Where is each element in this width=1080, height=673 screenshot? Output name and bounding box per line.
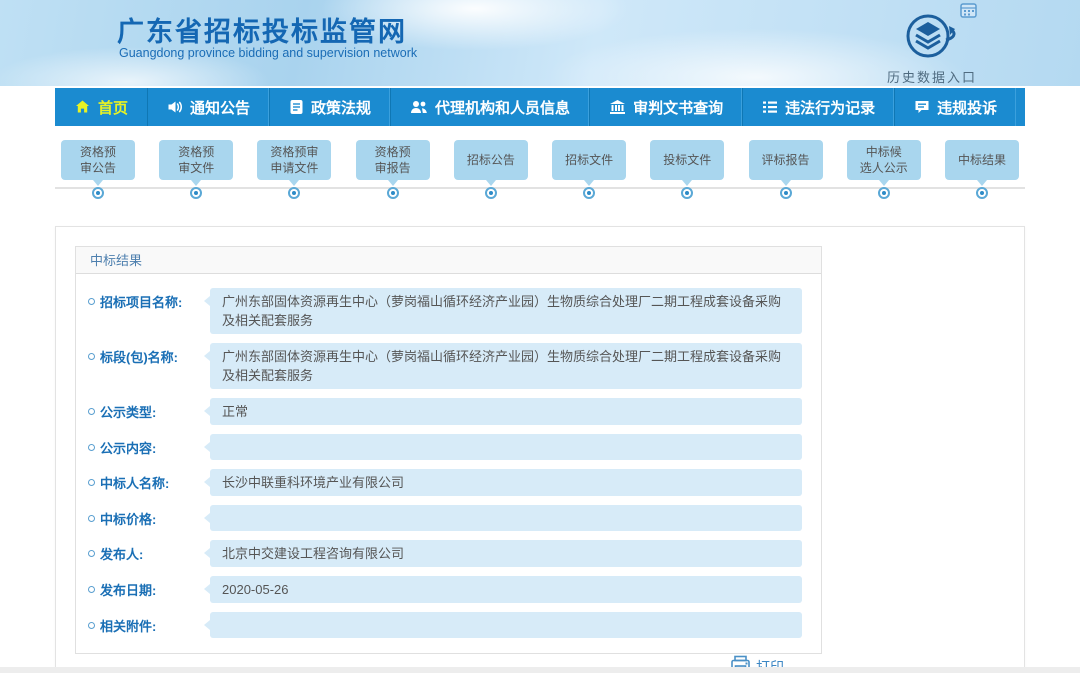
- nav-item-violations[interactable]: 违法行为记录: [742, 88, 894, 126]
- field-value: 正常: [210, 398, 802, 425]
- step-prequal-document[interactable]: 资格预 审文件: [153, 140, 239, 199]
- page-bottom-strip: [0, 667, 1080, 673]
- field-value: [210, 612, 802, 638]
- field-value: 北京中交建设工程咨询有限公司: [210, 540, 802, 567]
- bullet-icon: [88, 550, 95, 557]
- bullet-icon: [88, 479, 95, 486]
- field-row-project-name: 招标项目名称: 广州东部固体资源再生中心（萝岗福山循环经济产业园）生物质综合处理…: [88, 288, 802, 334]
- bullet-icon: [88, 515, 95, 522]
- step-candidate-publicity[interactable]: 中标候 选人公示: [841, 140, 927, 199]
- step-dot: [583, 187, 595, 199]
- step-award-result[interactable]: 中标结果: [939, 140, 1025, 199]
- nav-item-agencies[interactable]: 代理机构和人员信息: [390, 88, 589, 126]
- step-prequal-application[interactable]: 资格预审 申请文件: [251, 140, 337, 199]
- site-subtitle: Guangdong province bidding and supervisi…: [119, 46, 417, 60]
- field-row-winner-name: 中标人名称: 长沙中联重科环境产业有限公司: [88, 469, 802, 496]
- field-row-section-name: 标段(包)名称: 广州东部固体资源再生中心（萝岗福山循环经济产业园）生物质综合处…: [88, 343, 802, 389]
- bullet-icon: [88, 622, 95, 629]
- history-data-logo-icon: [902, 47, 962, 64]
- step-dot: [190, 187, 202, 199]
- field-value: [210, 434, 802, 460]
- home-icon: [74, 99, 91, 115]
- step-tender-announcement[interactable]: 招标公告: [448, 140, 534, 199]
- field-value: [210, 505, 802, 531]
- panel-title: 中标结果: [76, 247, 821, 274]
- field-row-attachments: 相关附件:: [88, 612, 802, 638]
- field-row-publish-date: 发布日期: 2020-05-26: [88, 576, 802, 603]
- bullet-icon: [88, 353, 95, 360]
- step-prequal-announcement[interactable]: 资格预 审公告: [55, 140, 141, 199]
- site-header: 广东省招标投标监管网 Guangdong province bidding an…: [0, 0, 1080, 86]
- field-row-publisher: 发布人: 北京中交建设工程咨询有限公司: [88, 540, 802, 567]
- list-icon: [762, 99, 778, 115]
- field-value: 长沙中联重科环境产业有限公司: [210, 469, 802, 496]
- nav-item-notices[interactable]: 通知公告: [147, 88, 269, 126]
- history-data-entry[interactable]: 历史数据入口: [877, 12, 987, 86]
- step-dot: [878, 187, 890, 199]
- history-data-label: 历史数据入口: [877, 67, 987, 86]
- bullet-icon: [88, 298, 95, 305]
- nav-item-home[interactable]: 首页: [55, 88, 147, 126]
- people-icon: [410, 99, 428, 115]
- bullet-icon: [88, 586, 95, 593]
- step-dot: [485, 187, 497, 199]
- step-prequal-report[interactable]: 资格预 审报告: [350, 140, 436, 199]
- field-row-publicity-content: 公示内容:: [88, 434, 802, 460]
- nav-item-policies[interactable]: 政策法规: [269, 88, 390, 126]
- step-tender-document[interactable]: 招标文件: [546, 140, 632, 199]
- content-container: 中标结果 招标项目名称: 广州东部固体资源再生中心（萝岗福山循环经济产业园）生物…: [55, 226, 1025, 670]
- step-dot: [976, 187, 988, 199]
- chat-icon: [914, 99, 930, 115]
- site-title: 广东省招标投标监管网: [117, 10, 407, 49]
- speaker-icon: [167, 99, 183, 115]
- bullet-icon: [88, 408, 95, 415]
- step-evaluation-report[interactable]: 评标报告: [743, 140, 829, 199]
- step-dot: [92, 187, 104, 199]
- bank-icon: [609, 99, 626, 115]
- process-steps: 资格预 审公告 资格预 审文件 资格预审 申请文件 资格预 审报告 招标公告 招…: [55, 126, 1025, 204]
- step-bid-document[interactable]: 投标文件: [644, 140, 730, 199]
- step-dot: [681, 187, 693, 199]
- nav-item-complaints[interactable]: 违规投诉: [894, 88, 1016, 126]
- nav-item-judgments[interactable]: 审判文书查询: [589, 88, 742, 126]
- award-result-panel: 中标结果 招标项目名称: 广州东部固体资源再生中心（萝岗福山循环经济产业园）生物…: [75, 246, 822, 654]
- main-navbar: 首页 通知公告 政策法规: [55, 88, 1025, 126]
- field-row-publicity-type: 公示类型: 正常: [88, 398, 802, 425]
- step-dot: [387, 187, 399, 199]
- field-value: 广州东部固体资源再生中心（萝岗福山循环经济产业园）生物质综合处理厂二期工程成套设…: [210, 343, 802, 389]
- field-value: 2020-05-26: [210, 576, 802, 603]
- field-value: 广州东部固体资源再生中心（萝岗福山循环经济产业园）生物质综合处理厂二期工程成套设…: [210, 288, 802, 334]
- step-dot: [288, 187, 300, 199]
- document-icon: [289, 99, 304, 115]
- field-row-winning-price: 中标价格:: [88, 505, 802, 531]
- step-dot: [780, 187, 792, 199]
- bullet-icon: [88, 444, 95, 451]
